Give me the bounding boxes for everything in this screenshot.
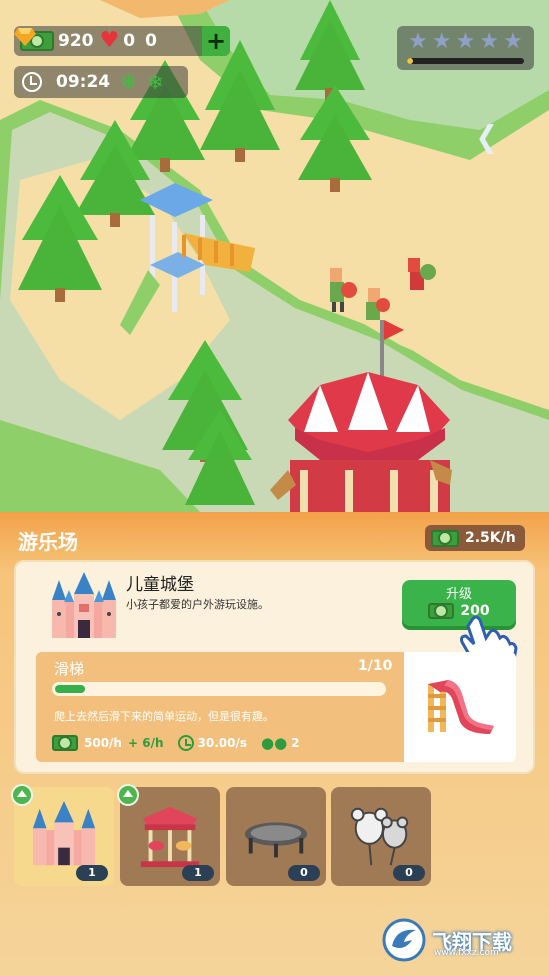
facility-progress-fill xyxy=(55,685,86,693)
slot-castle[interactable]: 1 xyxy=(11,784,114,886)
leaf-icon: ❄ xyxy=(120,70,137,94)
cash-amount: 920 xyxy=(58,31,94,51)
facility-speed: 30.00/s xyxy=(197,736,247,750)
slot-carousel[interactable]: 1 xyxy=(117,784,220,886)
facility-description: 爬上去然后滑下来的简单运动，但是很有趣。 xyxy=(54,710,274,723)
slot-count: 0 xyxy=(288,865,320,881)
income-rate-badge: 2.5K/h xyxy=(425,525,525,551)
facility-income-bonus: + 6/h xyxy=(127,736,164,750)
star-icon: ★ xyxy=(455,29,476,54)
star-icon: ★ xyxy=(431,29,452,54)
timer-bar: 09:24 ❄ ❄ xyxy=(14,66,188,98)
slide-icon xyxy=(428,680,494,734)
watermark-logo xyxy=(382,918,426,962)
chevron-left-icon[interactable]: ❮ xyxy=(475,120,500,155)
game-scene[interactable]: 920 ♥ 0 0 + 09:24 ❄ ❄ ★ ★ ★ ★ ★ ❮ xyxy=(0,0,549,512)
panel-title: 游乐场 xyxy=(18,530,78,554)
slot-trampoline[interactable]: 0 xyxy=(226,787,326,886)
facility-income: 500/h xyxy=(84,736,122,750)
rating-progress-fill xyxy=(407,58,413,64)
slot-count: 0 xyxy=(393,865,425,881)
attraction-card: 儿童城堡 小孩子都爱的户外游玩设施。 升级 200 滑梯 1/10 爬上去然后滑… xyxy=(14,560,535,774)
castle-icon xyxy=(52,572,116,638)
slot-balloons[interactable]: 0 xyxy=(331,787,431,886)
slot-count: 1 xyxy=(76,865,108,881)
hearts-amount: 0 xyxy=(123,31,136,51)
rating-progress-track xyxy=(407,58,524,64)
facility-info: 滑梯 1/10 爬上去然后滑下来的简单运动，但是很有趣。 500/h + 6/h… xyxy=(36,652,404,762)
gem-icon xyxy=(14,28,36,46)
facility-capacity: 2 xyxy=(291,736,300,750)
currency-bar: 920 ♥ 0 0 + xyxy=(14,26,230,56)
time-display: 09:24 xyxy=(56,72,111,92)
cash-icon xyxy=(52,735,78,751)
star-icon: ★ xyxy=(408,29,428,54)
watermark-url: www.fxxz.com xyxy=(434,948,499,958)
facility-stats: 500/h + 6/h 30.00/s ●● 2 xyxy=(52,734,300,752)
slot-count: 1 xyxy=(182,865,214,881)
park-rating[interactable]: ★ ★ ★ ★ ★ xyxy=(397,26,534,70)
cash-icon xyxy=(428,603,455,619)
income-rate: 2.5K/h xyxy=(465,530,516,546)
star-icon: ★ xyxy=(479,29,500,54)
attraction-description: 小孩子都爱的户外游玩设施。 xyxy=(126,598,269,611)
castle-icon xyxy=(32,801,96,866)
facility-card[interactable]: 滑梯 1/10 爬上去然后滑下来的简单运动，但是很有趣。 500/h + 6/h… xyxy=(36,652,516,762)
facility-progress-track xyxy=(52,682,386,696)
speed-icon xyxy=(177,735,194,751)
facility-name: 滑梯 xyxy=(54,660,85,678)
carousel-icon xyxy=(140,806,200,868)
star-icon: ★ xyxy=(503,29,523,54)
cash-icon xyxy=(431,529,459,547)
heart-icon: ♥ xyxy=(99,28,120,53)
gems-amount: 0 xyxy=(145,31,157,51)
upgrade-label: 升级 xyxy=(445,587,472,602)
add-currency-button[interactable]: + xyxy=(202,26,230,56)
rating-stars: ★ ★ ★ ★ ★ xyxy=(407,30,524,54)
facility-image-box xyxy=(404,652,516,762)
build-panel: 游乐场 2.5K/h 儿童城堡 小孩子都爱的户外游玩设施。 升级 2 0 0 滑梯 … xyxy=(0,512,549,976)
watermark: 飞翔下载 www.fxxz.com xyxy=(382,916,540,964)
facility-level: 1/10 xyxy=(358,658,393,674)
balloons-icon xyxy=(350,807,409,866)
leaf-icon: ❄ xyxy=(146,70,164,94)
people-icon: ●● xyxy=(260,734,288,752)
trampoline-icon xyxy=(244,822,308,858)
attraction-name: 儿童城堡 xyxy=(126,575,194,595)
clock-icon xyxy=(22,72,42,92)
